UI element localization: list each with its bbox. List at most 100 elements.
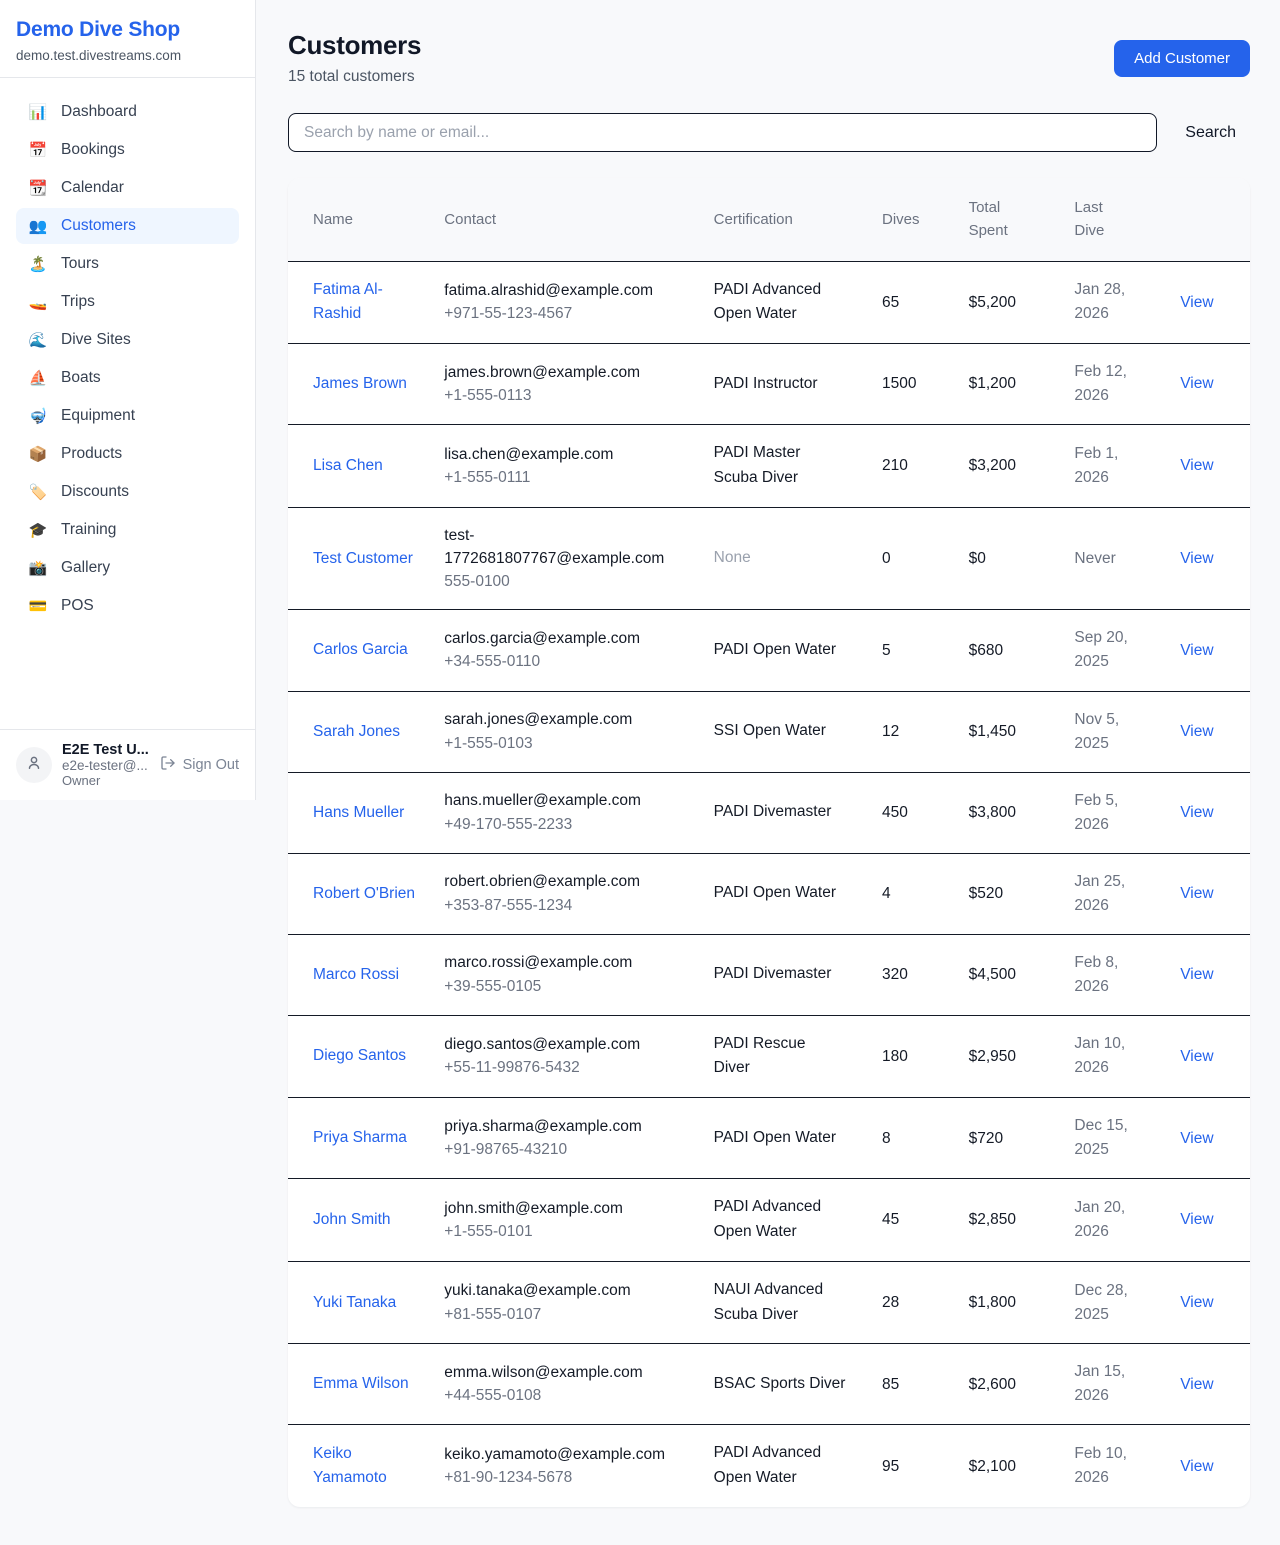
customer-dives: 28 [870, 1261, 957, 1344]
sidebar-item-training[interactable]: 🎓 Training [16, 512, 239, 548]
customer-name-link[interactable]: Emma Wilson [313, 1372, 409, 1396]
customer-last-dive: Feb 10, 2026 [1074, 1442, 1136, 1490]
sidebar-item-boats[interactable]: ⛵ Boats [16, 360, 239, 396]
table-row: Fatima Al-Rashid fatima.alrashid@example… [288, 261, 1250, 344]
customer-certification: PADI Open Water [714, 638, 836, 663]
tear-off-calendar-icon: 📆 [28, 181, 48, 196]
customer-name-link[interactable]: Marco Rossi [313, 963, 399, 987]
sidebar-item-trips[interactable]: 🚤 Trips [16, 284, 239, 320]
sidebar-item-label: Dashboard [61, 103, 137, 121]
customer-last-dive: Sep 20, 2025 [1074, 626, 1136, 674]
view-customer-link[interactable]: View [1180, 1458, 1213, 1475]
customer-total-spent: $5,200 [957, 261, 1063, 344]
sidebar-item-label: Calendar [61, 179, 124, 197]
sidebar-item-customers[interactable]: 👥 Customers [16, 208, 239, 244]
customer-total-spent: $0 [957, 507, 1063, 610]
table-row: Emma Wilson emma.wilson@example.com +44-… [288, 1344, 1250, 1425]
view-customer-link[interactable]: View [1180, 375, 1213, 392]
view-customer-link[interactable]: View [1180, 294, 1213, 311]
customer-total-spent: $2,100 [957, 1425, 1063, 1507]
package-icon: 📦 [28, 447, 48, 462]
customer-certification: PADI Instructor [714, 372, 818, 397]
sidebar: Demo Dive Shop demo.test.divestreams.com… [0, 0, 256, 800]
customer-name-link[interactable]: Sarah Jones [313, 720, 400, 744]
customer-name-link[interactable]: Fatima Al-Rashid [313, 278, 420, 326]
customer-name-link[interactable]: Priya Sharma [313, 1126, 407, 1150]
table-row: Marco Rossi marco.rossi@example.com +39-… [288, 934, 1250, 1015]
customer-name-link[interactable]: Keiko Yamamoto [313, 1442, 420, 1490]
sidebar-item-label: Discounts [61, 483, 129, 501]
sidebar-item-tours[interactable]: 🏝️ Tours [16, 246, 239, 282]
customer-dives: 0 [870, 507, 957, 610]
view-customer-link[interactable]: View [1180, 1048, 1213, 1065]
customer-dives: 210 [870, 425, 957, 508]
bar-chart-icon: 📊 [28, 105, 48, 120]
customer-name-link[interactable]: Robert O'Brien [313, 882, 415, 906]
customer-last-dive: Dec 15, 2025 [1074, 1114, 1136, 1162]
customer-name-link[interactable]: Hans Mueller [313, 801, 404, 825]
customer-last-dive: Nov 5, 2025 [1074, 708, 1136, 756]
customer-certification: NAUI Advanced Scuba Diver [714, 1278, 846, 1328]
table-row: Robert O'Brien robert.obrien@example.com… [288, 853, 1250, 934]
view-customer-link[interactable]: View [1180, 966, 1213, 983]
view-customer-link[interactable]: View [1180, 457, 1213, 474]
sidebar-item-label: Customers [61, 217, 136, 235]
customer-phone: +91-98765-43210 [444, 1138, 689, 1161]
sidebar-item-equipment[interactable]: 🤿 Equipment [16, 398, 239, 434]
customer-certification: PADI Open Water [714, 881, 836, 906]
customers-table: Name Contact Certification Dives Total S… [288, 178, 1250, 1507]
customer-dives: 1500 [870, 344, 957, 425]
customer-name-link[interactable]: John Smith [313, 1208, 391, 1232]
view-customer-link[interactable]: View [1180, 1294, 1213, 1311]
customer-email: emma.wilson@example.com [444, 1361, 689, 1384]
customer-last-dive: Feb 1, 2026 [1074, 442, 1136, 490]
customer-total-spent: $720 [957, 1098, 1063, 1179]
view-customer-link[interactable]: View [1180, 550, 1213, 567]
customer-certification: PADI Advanced Open Water [714, 1195, 846, 1245]
view-customer-link[interactable]: View [1180, 885, 1213, 902]
sign-out-button[interactable]: Sign Out [160, 755, 239, 775]
sidebar-item-calendar[interactable]: 📆 Calendar [16, 170, 239, 206]
avatar [16, 747, 52, 783]
sidebar-item-products[interactable]: 📦 Products [16, 436, 239, 472]
column-header-last-dive: Last Dive [1062, 178, 1168, 261]
view-customer-link[interactable]: View [1180, 723, 1213, 740]
sidebar-item-label: Boats [61, 369, 101, 387]
view-customer-link[interactable]: View [1180, 804, 1213, 821]
sidebar-item-dashboard[interactable]: 📊 Dashboard [16, 94, 239, 130]
view-customer-link[interactable]: View [1180, 642, 1213, 659]
sidebar-item-discounts[interactable]: 🏷️ Discounts [16, 474, 239, 510]
sidebar-item-pos[interactable]: 💳 POS [16, 588, 239, 624]
graduation-cap-icon: 🎓 [28, 523, 48, 538]
customer-name-link[interactable]: Diego Santos [313, 1044, 406, 1068]
customer-dives: 5 [870, 610, 957, 691]
customer-certification: PADI Advanced Open Water [714, 278, 846, 328]
customer-dives: 85 [870, 1344, 957, 1425]
view-customer-link[interactable]: View [1180, 1130, 1213, 1147]
customer-phone: +1-555-0111 [444, 466, 689, 489]
table-row: James Brown james.brown@example.com +1-5… [288, 344, 1250, 425]
customer-phone: +55-11-99876-5432 [444, 1056, 689, 1079]
add-customer-button[interactable]: Add Customer [1114, 40, 1250, 77]
customer-dives: 12 [870, 691, 957, 772]
customer-name-link[interactable]: Carlos Garcia [313, 638, 408, 662]
view-customer-link[interactable]: View [1180, 1211, 1213, 1228]
customer-phone: +44-555-0108 [444, 1384, 689, 1407]
sidebar-item-bookings[interactable]: 📅 Bookings [16, 132, 239, 168]
customer-last-dive: Never [1074, 547, 1115, 571]
sidebar-item-label: Gallery [61, 559, 110, 577]
column-header-name: Name [288, 178, 432, 261]
page-title: Customers [288, 30, 421, 61]
customer-name-link[interactable]: Yuki Tanaka [313, 1291, 396, 1315]
view-customer-link[interactable]: View [1180, 1376, 1213, 1393]
search-input[interactable] [288, 113, 1157, 152]
sidebar-item-dive-sites[interactable]: 🌊 Dive Sites [16, 322, 239, 358]
search-button[interactable]: Search [1171, 116, 1250, 150]
sidebar-item-gallery[interactable]: 📸 Gallery [16, 550, 239, 586]
customer-name-link[interactable]: James Brown [313, 372, 407, 396]
customer-last-dive: Jan 25, 2026 [1074, 870, 1136, 918]
user-role: Owner [62, 773, 150, 788]
customer-name-link[interactable]: Test Customer [313, 547, 413, 571]
customer-name-link[interactable]: Lisa Chen [313, 454, 383, 478]
customer-email: yuki.tanaka@example.com [444, 1279, 689, 1302]
